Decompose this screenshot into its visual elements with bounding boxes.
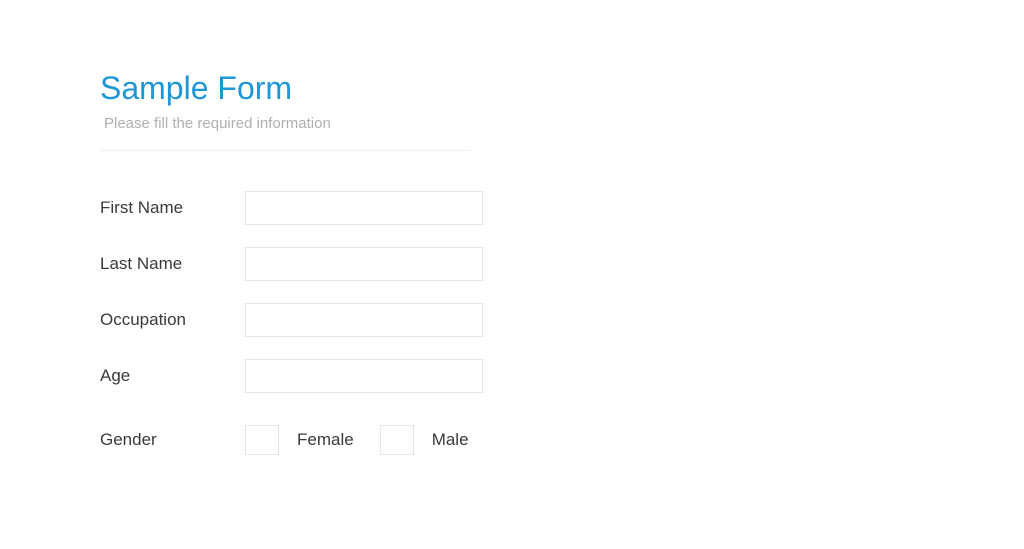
gender-options: Female Male xyxy=(245,425,477,455)
gender-row: Gender Female Male xyxy=(100,425,924,455)
gender-female-label: Female xyxy=(297,430,354,450)
gender-label: Gender xyxy=(100,430,245,450)
occupation-input[interactable] xyxy=(245,303,483,337)
last-name-label: Last Name xyxy=(100,254,245,274)
first-name-label: First Name xyxy=(100,198,245,218)
first-name-input[interactable] xyxy=(245,191,483,225)
last-name-input[interactable] xyxy=(245,247,483,281)
gender-female-checkbox[interactable] xyxy=(245,425,279,455)
divider xyxy=(100,150,470,151)
gender-male-checkbox[interactable] xyxy=(380,425,414,455)
occupation-label: Occupation xyxy=(100,310,245,330)
age-label: Age xyxy=(100,366,245,386)
age-row: Age xyxy=(100,359,924,393)
first-name-row: First Name xyxy=(100,191,924,225)
form-subtitle: Please fill the required information xyxy=(104,115,924,132)
gender-male-label: Male xyxy=(432,430,469,450)
last-name-row: Last Name xyxy=(100,247,924,281)
age-input[interactable] xyxy=(245,359,483,393)
occupation-row: Occupation xyxy=(100,303,924,337)
form-title: Sample Form xyxy=(100,70,924,107)
